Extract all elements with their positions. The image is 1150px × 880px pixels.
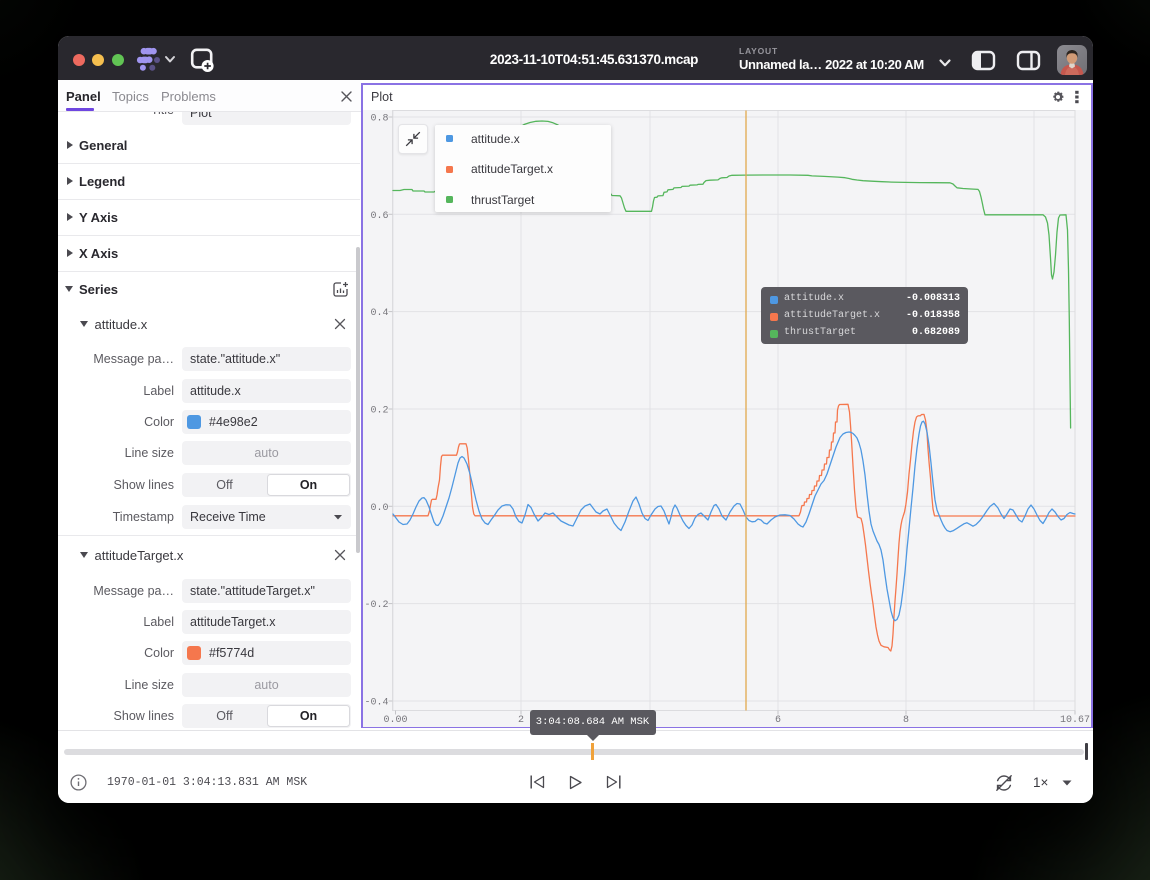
- svg-text:8: 8: [903, 715, 909, 726]
- svg-text:10.67: 10.67: [1060, 715, 1090, 726]
- svg-text:0.2: 0.2: [370, 406, 388, 417]
- svg-text:-0.2: -0.2: [364, 600, 388, 611]
- svg-text:0.00: 0.00: [383, 715, 407, 726]
- svg-text:6: 6: [775, 715, 781, 726]
- svg-text:2: 2: [518, 715, 524, 726]
- svg-text:0.6: 0.6: [370, 211, 388, 222]
- svg-text:0.0: 0.0: [370, 503, 388, 514]
- svg-text:-0.4: -0.4: [364, 698, 388, 709]
- svg-text:0.8: 0.8: [370, 114, 388, 125]
- svg-text:0.4: 0.4: [370, 308, 388, 319]
